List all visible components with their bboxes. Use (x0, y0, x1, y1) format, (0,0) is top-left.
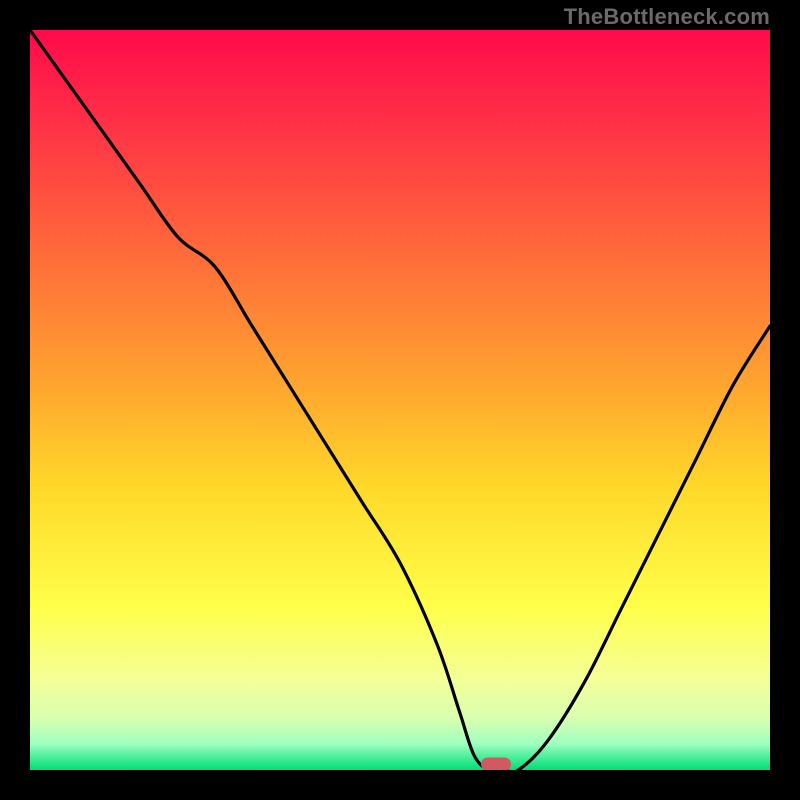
chart-stage: TheBottleneck.com (0, 0, 800, 800)
optimal-marker (481, 758, 511, 771)
plot-area (30, 30, 770, 770)
gradient-background (30, 30, 770, 770)
watermark-text: TheBottleneck.com (564, 4, 770, 30)
plot-svg (30, 30, 770, 770)
